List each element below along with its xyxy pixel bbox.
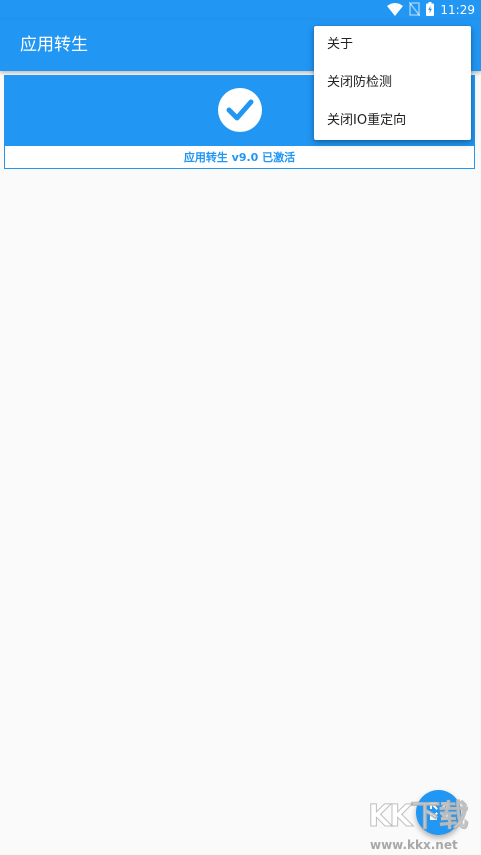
wifi-icon [387,1,404,20]
app-title: 应用转生 [20,35,88,55]
sim-off-icon [408,1,421,20]
watermark-logo: KK下载 [368,799,469,834]
status-icons: 11:29 [387,1,475,20]
check-icon [218,88,262,132]
status-bar: 11:29 [0,0,481,20]
overflow-menu: 关于 关闭防检测 关闭IO重定向 [314,26,471,140]
watermark: KK下载 www.kkx.net [368,799,478,852]
battery-charging-icon [426,1,435,20]
menu-item-disable-anti-detection[interactable]: 关闭防检测 [314,64,471,102]
status-label: 应用转生 v9.0 已激活 [183,151,296,164]
status-time: 11:29 [440,3,475,17]
menu-item-about[interactable]: 关于 [314,26,471,64]
watermark-url: www.kkx.net [370,838,458,852]
menu-item-disable-io-redirect[interactable]: 关闭IO重定向 [314,102,471,140]
